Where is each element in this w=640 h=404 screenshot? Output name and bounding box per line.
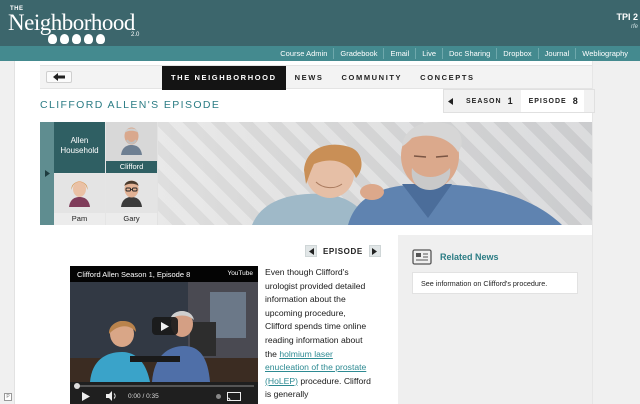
video-player[interactable]: Clifford Allen Season 1, Episode 8 YouTu…	[70, 266, 258, 404]
clifford-avatar	[121, 127, 142, 155]
progress-knob[interactable]	[74, 383, 80, 389]
play-button[interactable]	[152, 317, 178, 335]
top-header: THE Neighborhood 2.0 TPI 2 rfe	[0, 0, 640, 46]
back-arrow-icon	[53, 73, 65, 81]
cast-household-tile[interactable]: Allen Household	[54, 122, 105, 173]
cast-name-gary: Gary	[106, 213, 157, 225]
course-nav-link[interactable]: Doc Sharing	[442, 48, 496, 59]
section-tabs: THE NEIGHBORHOOD NEWS COMMUNITY CONCEPTS	[162, 66, 484, 90]
logo-faces-icon	[48, 34, 105, 44]
related-news-item[interactable]: See information on Clifford's procedure.	[412, 272, 578, 294]
video-progress-bar[interactable]	[74, 383, 254, 389]
chevron-right-icon	[372, 247, 378, 255]
episode-next-button[interactable]	[368, 245, 381, 257]
main-content: THE NEIGHBORHOOD NEWS COMMUNITY CONCEPTS CL…	[40, 61, 595, 404]
episode-selector[interactable]: EPISODE 8	[520, 90, 584, 112]
cast-tile-pam[interactable]: Pam	[54, 174, 105, 225]
cast-name-clifford: Clifford	[106, 161, 157, 173]
logo-wordmark: Neighborhood	[8, 10, 135, 35]
video-title-bar: Clifford Allen Season 1, Episode 8 YouTu…	[70, 266, 258, 282]
chevron-right-icon	[44, 170, 50, 177]
play-icon	[161, 321, 169, 331]
course-nav-link[interactable]: Gradebook	[333, 48, 383, 59]
related-news-title: Related News	[440, 252, 499, 262]
course-nav: Course Admin Gradebook Email Live Doc Sharin…	[0, 46, 640, 61]
cast-screen-icon[interactable]	[227, 392, 241, 401]
season-value: 1	[507, 96, 513, 106]
pam-avatar	[69, 181, 90, 207]
course-nav-links: Course Admin Gradebook Email Live Doc Sharin…	[274, 48, 634, 59]
left-gutter	[0, 61, 15, 404]
episode-description: Even though Clifford's urologist provide…	[265, 266, 375, 402]
couple-photo	[252, 122, 562, 225]
related-news-item-text[interactable]: See information on Clifford's procedure.	[421, 279, 547, 288]
course-nav-link[interactable]: Live	[415, 48, 442, 59]
tab-concepts[interactable]: CONCEPTS	[411, 66, 483, 90]
back-button[interactable]	[46, 71, 72, 83]
cast-tile-gary[interactable]: Gary	[106, 174, 157, 225]
episode-banner: Allen Household Clifford Pam Gary	[40, 122, 592, 225]
course-nav-link[interactable]: Webliography	[575, 48, 634, 59]
course-nav-link[interactable]: Journal	[537, 48, 576, 59]
page-corner-icon[interactable]: P	[4, 393, 12, 401]
settings-icon[interactable]	[216, 394, 221, 399]
newspaper-icon	[412, 249, 432, 265]
gary-avatar	[121, 180, 142, 207]
user-tag[interactable]: TPI 2	[616, 12, 638, 22]
page-title: CLIFFORD ALLEN'S EPISODE	[40, 99, 221, 111]
cast-name-pam: Pam	[54, 213, 105, 225]
cast-expand-button[interactable]	[40, 122, 54, 225]
related-news-panel: Related News See information on Clifford…	[398, 235, 592, 404]
episode-label: EPISODE	[528, 97, 567, 105]
course-nav-link[interactable]: Dropbox	[496, 48, 537, 59]
episode-nav-label: EPISODE	[323, 246, 363, 256]
video-title[interactable]: Clifford Allen Season 1, Episode 8	[77, 270, 190, 279]
episode-value: 8	[572, 96, 578, 106]
household-label: Allen Household	[60, 136, 99, 155]
chevron-left-icon	[447, 97, 453, 105]
video-controls: 0:00 / 0:35	[70, 382, 258, 404]
episode-nav: EPISODE	[305, 243, 381, 259]
season-prev-button[interactable]	[444, 90, 456, 112]
page-root: THE Neighborhood 2.0 TPI 2 rfe Course Ad…	[0, 0, 640, 404]
season-label: SEASON	[466, 97, 502, 105]
user-subtext: rfe	[630, 24, 638, 30]
cast-tile-clifford[interactable]: Clifford	[106, 122, 157, 173]
video-time: 0:00 / 0:35	[128, 393, 159, 400]
course-nav-link[interactable]: Email	[383, 48, 415, 59]
course-nav-link[interactable]: Course Admin	[274, 48, 333, 59]
episode-prev-button[interactable]	[305, 245, 317, 257]
play-icon[interactable]	[82, 392, 90, 401]
chevron-left-icon	[308, 247, 314, 255]
season-episode-selector: SEASON 1 EPISODE 8	[443, 89, 595, 113]
volume-icon[interactable]	[106, 391, 117, 401]
logo-version: 2.0	[131, 32, 140, 38]
tab-the-neighborhood[interactable]: THE NEIGHBORHOOD	[162, 66, 286, 90]
right-gutter	[592, 61, 640, 404]
tab-news[interactable]: NEWS	[286, 66, 333, 90]
description-text-before: Even though Clifford's urologist provide…	[265, 267, 367, 359]
section-nav: THE NEIGHBORHOOD NEWS COMMUNITY CONCEPTS	[40, 65, 592, 90]
youtube-logo[interactable]: YouTube	[227, 270, 253, 277]
tab-community[interactable]: COMMUNITY	[333, 66, 412, 90]
